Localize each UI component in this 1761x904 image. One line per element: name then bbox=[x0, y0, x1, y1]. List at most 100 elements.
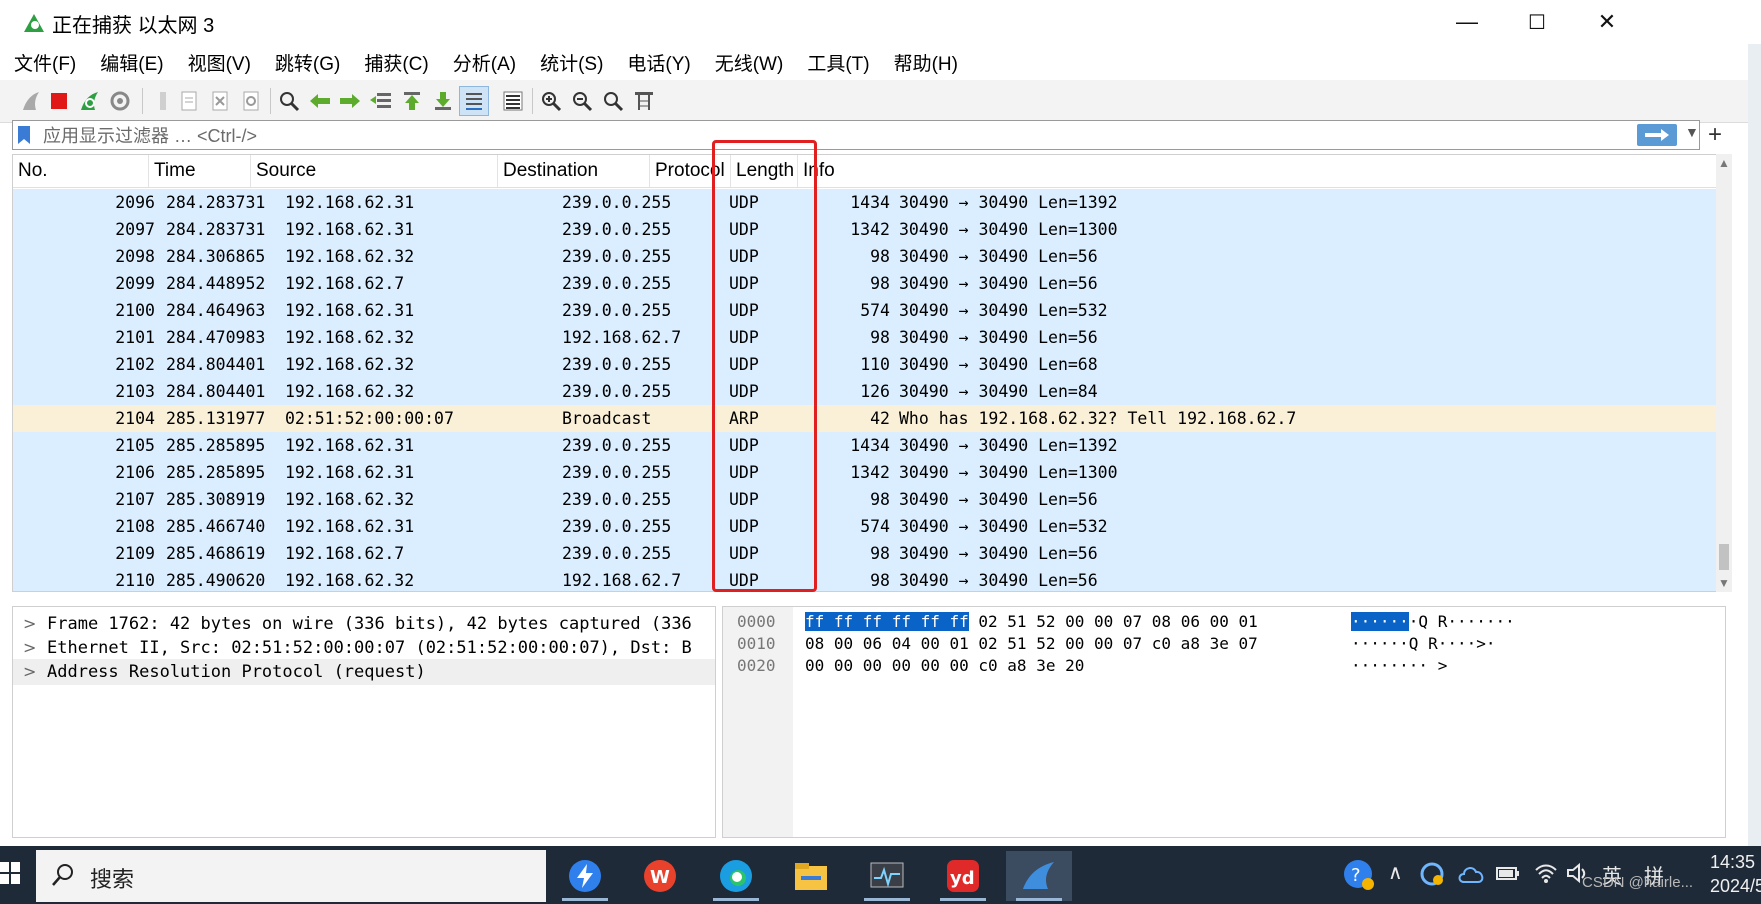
close-file-icon[interactable] bbox=[205, 86, 235, 116]
cloud-icon[interactable] bbox=[1458, 862, 1486, 886]
go-to-packet-icon[interactable] bbox=[366, 86, 396, 116]
autoscroll-icon[interactable] bbox=[459, 86, 489, 116]
column-header-no[interactable]: No. bbox=[13, 155, 149, 187]
packet-cell-len: 98 bbox=[870, 247, 890, 266]
filter-history-dropdown-icon[interactable]: ▼ bbox=[1685, 124, 1699, 140]
edge-icon[interactable] bbox=[703, 851, 769, 901]
find-packet-icon[interactable] bbox=[274, 86, 304, 116]
packet-cell-info: 30490 → 30490 Len=56 bbox=[899, 571, 1098, 590]
packet-row[interactable]: 2108 285.466740 192.168.62.31 239.0.0.255 UD… bbox=[13, 513, 1725, 540]
menu-wireless[interactable]: 无线(W) bbox=[715, 49, 784, 76]
menu-edit[interactable]: 编辑(E) bbox=[100, 49, 163, 76]
packet-cell-len: 98 bbox=[870, 328, 890, 347]
scrollbar-thumb[interactable] bbox=[1719, 544, 1729, 570]
menu-file[interactable]: 文件(F) bbox=[14, 49, 76, 76]
column-header-time[interactable]: Time bbox=[149, 155, 251, 187]
scroll-up-icon[interactable]: ▲ bbox=[1718, 156, 1730, 170]
help-tray-icon[interactable]: ? bbox=[1342, 858, 1376, 892]
colorize-icon[interactable] bbox=[498, 86, 528, 116]
detail-row-arp[interactable]: > Address Resolution Protocol (request) bbox=[13, 659, 715, 685]
packet-row[interactable]: 2107 285.308919 192.168.62.32 239.0.0.255 UD… bbox=[13, 486, 1725, 513]
close-button[interactable]: ✕ bbox=[1572, 0, 1642, 44]
packet-row[interactable]: 2109 285.468619 192.168.62.7 239.0.0.255 UDP… bbox=[13, 540, 1725, 567]
packet-cell-len: 1342 bbox=[850, 463, 890, 482]
column-header-info[interactable]: Info bbox=[798, 155, 1725, 187]
chevron-up-icon[interactable]: ∧ bbox=[1388, 860, 1403, 885]
svg-text:?: ? bbox=[1351, 865, 1361, 886]
wireshark-icon[interactable] bbox=[1006, 851, 1072, 901]
windows-start-icon[interactable] bbox=[0, 858, 20, 888]
menu-tools[interactable]: 工具(T) bbox=[807, 49, 869, 76]
expand-chevron-icon[interactable]: > bbox=[23, 659, 36, 685]
expand-chevron-icon[interactable]: > bbox=[23, 635, 36, 661]
save-file-icon[interactable] bbox=[174, 86, 204, 116]
column-header-length[interactable]: Length bbox=[731, 155, 798, 187]
detail-row-frame[interactable]: > Frame 1762: 42 bytes on wire (336 bits… bbox=[13, 611, 715, 637]
packet-cell-info: 30490 → 30490 Len=56 bbox=[899, 328, 1098, 347]
svg-text:yd: yd bbox=[950, 868, 975, 889]
go-last-icon[interactable] bbox=[428, 86, 458, 116]
zoom-out-icon[interactable] bbox=[567, 86, 597, 116]
display-filter-input[interactable] bbox=[41, 123, 1635, 149]
taskbar-search-box[interactable]: 搜索 bbox=[36, 850, 546, 902]
packet-row[interactable]: 2100 284.464963 192.168.62.31 239.0.0.255 UD… bbox=[13, 297, 1725, 324]
column-header-destination[interactable]: Destination bbox=[498, 155, 650, 187]
wps-icon[interactable]: W bbox=[627, 851, 693, 901]
add-filter-button[interactable]: + bbox=[1708, 121, 1722, 149]
system-clock[interactable]: 14:35 2024/5/ bbox=[1710, 850, 1761, 898]
capture-options-icon[interactable] bbox=[105, 86, 135, 116]
packet-row[interactable]: 2105 285.285895 192.168.62.31 239.0.0.255 UD… bbox=[13, 432, 1725, 459]
packet-row[interactable]: 2099 284.448952 192.168.62.7 239.0.0.255 UDP… bbox=[13, 270, 1725, 297]
shark-fin-start-icon[interactable] bbox=[16, 86, 46, 116]
packet-row[interactable]: 2110 285.490620 192.168.62.32 192.168.62.7 U… bbox=[13, 567, 1725, 591]
packet-row[interactable]: 2103 284.804401 192.168.62.32 239.0.0.255 UD… bbox=[13, 378, 1725, 405]
battery-icon[interactable] bbox=[1496, 864, 1520, 884]
bookmark-icon[interactable] bbox=[17, 125, 31, 145]
packet-list-header: No. Time Source Destination Protocol Len… bbox=[13, 155, 1725, 188]
resize-columns-icon[interactable] bbox=[629, 86, 659, 116]
stop-capture-icon[interactable] bbox=[44, 86, 74, 116]
menu-telephony[interactable]: 电话(Y) bbox=[627, 49, 690, 76]
column-header-protocol[interactable]: Protocol bbox=[650, 155, 731, 187]
packet-row[interactable]: 2106 285.285895 192.168.62.31 239.0.0.255 UD… bbox=[13, 459, 1725, 486]
apply-filter-button[interactable] bbox=[1637, 124, 1677, 146]
packet-cell-info: 30490 → 30490 Len=56 bbox=[899, 247, 1098, 266]
zoom-normal-icon[interactable] bbox=[598, 86, 628, 116]
scroll-down-icon[interactable]: ▼ bbox=[1718, 576, 1730, 590]
feishu-icon[interactable] bbox=[552, 851, 618, 901]
menu-go[interactable]: 跳转(G) bbox=[275, 49, 340, 76]
network-app-icon[interactable] bbox=[1418, 860, 1446, 888]
reload-file-icon[interactable] bbox=[236, 86, 266, 116]
menu-help[interactable]: 帮助(H) bbox=[894, 49, 958, 76]
packet-list-scrollbar[interactable]: ▲ ▼ bbox=[1716, 154, 1732, 592]
go-forward-icon[interactable] bbox=[335, 86, 365, 116]
column-header-source[interactable]: Source bbox=[251, 155, 498, 187]
maximize-button[interactable]: ☐ bbox=[1502, 0, 1572, 44]
packet-row[interactable]: 2097 284.283731 192.168.62.31 239.0.0.255 UD… bbox=[13, 216, 1725, 243]
search-icon bbox=[52, 864, 73, 886]
packet-row[interactable]: 2096 284.283731 192.168.62.31 239.0.0.255 UD… bbox=[13, 189, 1725, 216]
packet-cell-len: 98 bbox=[870, 274, 890, 293]
wifi-icon[interactable] bbox=[1534, 862, 1558, 884]
packet-row[interactable]: 2102 284.804401 192.168.62.32 239.0.0.255 UD… bbox=[13, 351, 1725, 378]
menu-statistics[interactable]: 统计(S) bbox=[540, 49, 603, 76]
menu-analyze[interactable]: 分析(A) bbox=[453, 49, 516, 76]
packet-cell-info: 30490 → 30490 Len=1300 bbox=[899, 220, 1118, 239]
go-first-icon[interactable] bbox=[397, 86, 427, 116]
menu-view[interactable]: 视图(V) bbox=[188, 49, 251, 76]
restart-capture-icon[interactable] bbox=[75, 86, 105, 116]
go-back-icon[interactable] bbox=[305, 86, 335, 116]
packet-row[interactable]: 2101 284.470983 192.168.62.32 192.168.62.7 U… bbox=[13, 324, 1725, 351]
packet-cell-info: 30490 → 30490 Len=56 bbox=[899, 490, 1098, 509]
file-explorer-icon[interactable] bbox=[778, 851, 844, 901]
svg-text:W: W bbox=[650, 867, 670, 888]
expand-chevron-icon[interactable]: > bbox=[23, 611, 36, 637]
packet-row[interactable]: 2104 285.131977 02:51:52:00:00:07 Broadcast… bbox=[13, 405, 1725, 432]
detail-row-ethernet[interactable]: > Ethernet II, Src: 02:51:52:00:00:07 (0… bbox=[13, 635, 715, 661]
zoom-in-icon[interactable] bbox=[536, 86, 566, 116]
youdao-icon[interactable]: yd bbox=[930, 851, 996, 901]
menu-capture[interactable]: 捕获(C) bbox=[364, 49, 428, 76]
monitor-icon[interactable] bbox=[854, 851, 920, 901]
packet-row[interactable]: 2098 284.306865 192.168.62.32 239.0.0.255 UD… bbox=[13, 243, 1725, 270]
minimize-button[interactable]: — bbox=[1432, 0, 1502, 44]
